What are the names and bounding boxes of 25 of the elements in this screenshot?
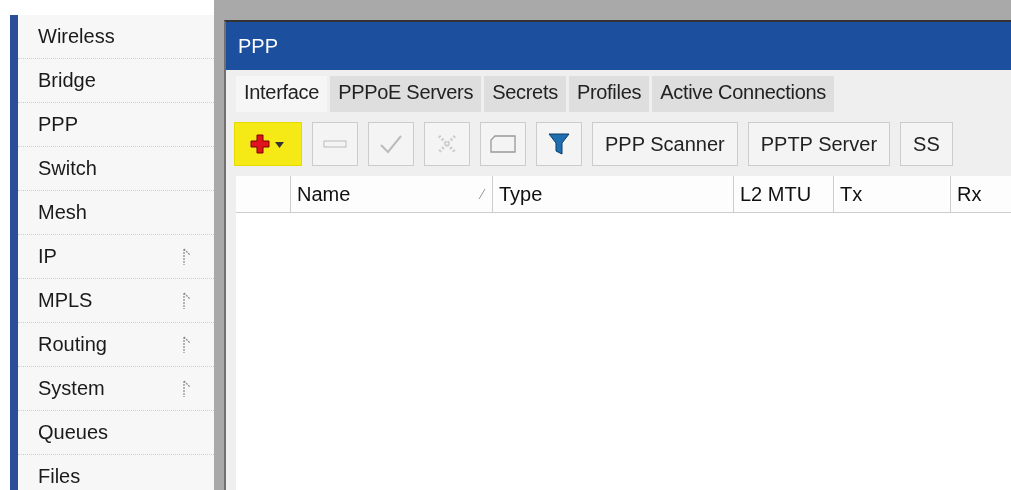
enable-button[interactable] xyxy=(368,122,414,166)
disable-button[interactable] xyxy=(424,122,470,166)
toolbar-button[interactable]: PPTP Server xyxy=(747,122,891,166)
filter-button[interactable] xyxy=(536,122,582,166)
window-title: PPP xyxy=(238,34,279,58)
column-header: L2 MTU xyxy=(734,176,834,212)
tab[interactable]: Profiles xyxy=(568,76,650,112)
column-header: Rx xyxy=(956,181,983,207)
check-icon xyxy=(379,133,403,155)
filter-icon xyxy=(548,132,570,156)
tab[interactable]: Secrets xyxy=(484,76,566,112)
tab[interactable]: Interface xyxy=(236,76,328,112)
column-header: Name xyxy=(291,176,493,212)
add-button[interactable] xyxy=(234,122,302,166)
comment-button[interactable] xyxy=(480,122,526,166)
remove-button[interactable] xyxy=(312,122,358,166)
minus-icon xyxy=(323,139,347,149)
note-icon xyxy=(489,134,517,154)
column-header: Type xyxy=(493,176,734,212)
tab[interactable]: Active Connections xyxy=(652,76,834,112)
tab[interactable]: PPPoE Servers xyxy=(330,76,482,112)
toolbar-button[interactable]: SS xyxy=(900,122,953,166)
toolbar-button[interactable]: PPP Scanner xyxy=(592,122,738,166)
cross-icon xyxy=(436,133,458,155)
column-header: Tx xyxy=(834,176,951,212)
